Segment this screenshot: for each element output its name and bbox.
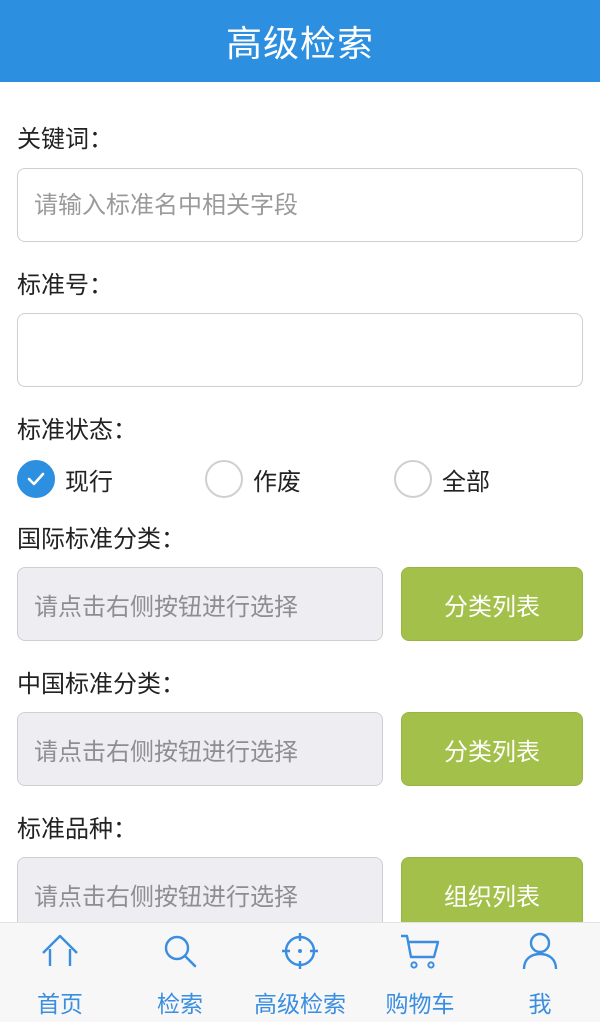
- advanced-search-form: 关键词： 标准号： 标准状态： 现行 作废 全部 国际标准分类： 请点击右侧按钮…: [0, 82, 600, 922]
- status-option-label: 全部: [442, 467, 490, 496]
- tab-label: 高级检索: [254, 992, 346, 1018]
- radio-unchecked-icon: [394, 460, 432, 498]
- standard-number-input[interactable]: [17, 313, 583, 387]
- organization-list-button[interactable]: 组织列表: [401, 857, 583, 922]
- crosshair-icon: [282, 933, 318, 969]
- user-icon: [522, 932, 558, 970]
- intl-category-field[interactable]: 请点击右侧按钮进行选择: [17, 567, 383, 641]
- cart-icon: [401, 934, 440, 969]
- variety-field[interactable]: 请点击右侧按钮进行选择: [17, 857, 383, 922]
- intl-category-list-button[interactable]: 分类列表: [401, 567, 583, 641]
- tab-cart[interactable]: 购物车: [360, 923, 480, 1022]
- standard-status-label: 标准状态：: [17, 416, 137, 444]
- bottom-tab-bar: 首页 检索 高级检索 购物车 我: [0, 922, 600, 1022]
- standard-number-label: 标准号：: [17, 271, 113, 299]
- page-header: 高级检索: [0, 0, 600, 82]
- intl-category-label: 国际标准分类：: [17, 525, 185, 553]
- status-option-label: 现行: [65, 467, 113, 496]
- tab-label: 检索: [157, 992, 203, 1018]
- tab-me[interactable]: 我: [480, 923, 600, 1022]
- tab-label: 我: [528, 992, 552, 1018]
- search-icon: [164, 935, 197, 968]
- keyword-label: 关键词：: [17, 125, 113, 153]
- cn-category-label: 中国标准分类：: [17, 670, 185, 698]
- cn-category-list-button[interactable]: 分类列表: [401, 712, 583, 786]
- status-radio-obsolete[interactable]: 作废: [205, 457, 301, 501]
- status-radio-current[interactable]: 现行: [17, 457, 113, 501]
- tab-search[interactable]: 检索: [120, 923, 240, 1022]
- home-icon: [42, 934, 78, 966]
- keyword-input[interactable]: [17, 168, 583, 242]
- tab-advanced-search[interactable]: 高级检索: [240, 923, 360, 1022]
- status-radio-group: 现行 作废 全部: [17, 457, 583, 501]
- tab-home[interactable]: 首页: [0, 923, 120, 1022]
- status-radio-all[interactable]: 全部: [394, 457, 490, 501]
- radio-unchecked-icon: [205, 460, 243, 498]
- status-option-label: 作废: [253, 467, 301, 496]
- radio-checked-icon: [17, 460, 55, 498]
- standard-variety-label: 标准品种：: [17, 815, 137, 843]
- page-title: 高级检索: [225, 24, 374, 65]
- tab-label: 购物车: [385, 992, 455, 1018]
- cn-category-field[interactable]: 请点击右侧按钮进行选择: [17, 712, 383, 786]
- tab-label: 首页: [37, 992, 83, 1018]
